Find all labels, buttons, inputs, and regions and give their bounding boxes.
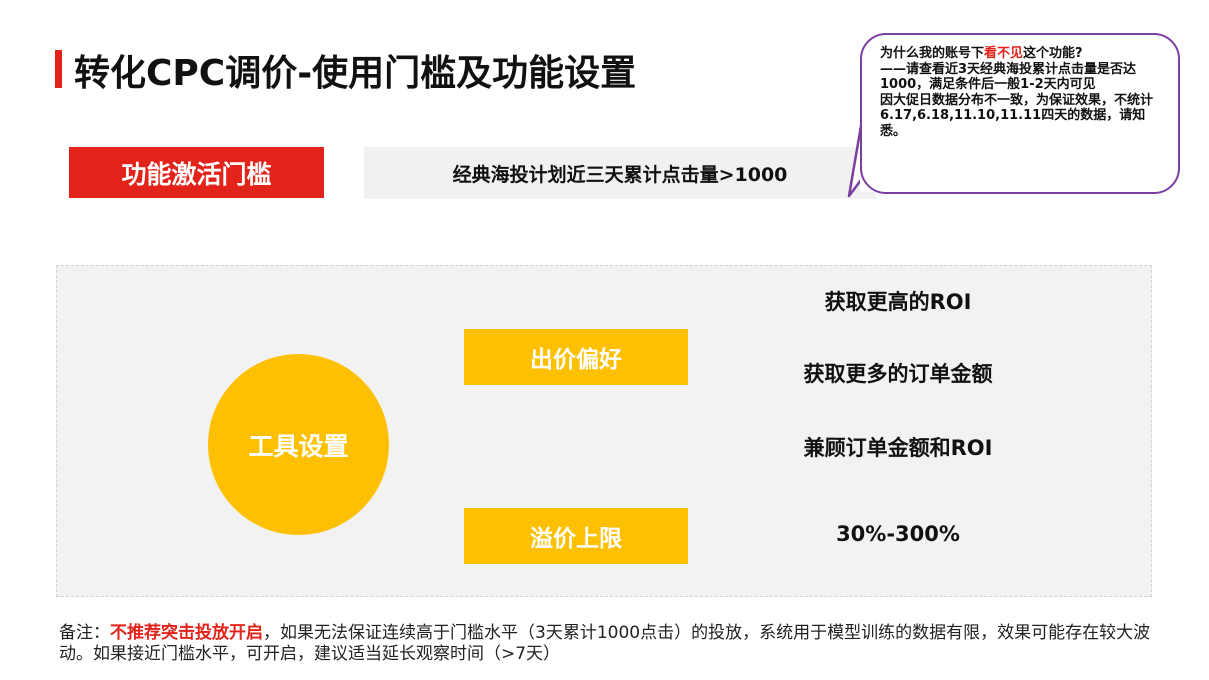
activation-threshold-value: 经典海投计划近三天累计点击量>1000 <box>364 147 876 199</box>
callout-question-highlight: 看不见 <box>984 46 1024 61</box>
bid-option-balance: 兼顾订单金额和ROI <box>803 436 993 460</box>
callout-question: 为什么我的账号下看不见这个功能? <box>880 46 1083 61</box>
footnote: 备注：不推荐突击投放开启，如果无法保证连续高于门槛水平（3天累计1000点击）的… <box>59 623 1151 664</box>
bid-option-higher-roi: 获取更高的ROI <box>824 290 972 314</box>
callout-notice: 因大促日数据分布不一致，为保证效果，不统计6.17,6.18,11.10,11.… <box>880 92 1154 139</box>
callout-answer: ——请查看近3天经典海投累计点击量是否达1000，满足条件后一般1-2天内可见 <box>880 61 1137 93</box>
premium-cap-value: 30%-300% <box>836 522 960 546</box>
premium-cap-label: 溢价上限 <box>464 508 688 564</box>
bid-option-more-order-amount: 获取更多的订单金额 <box>803 362 993 386</box>
footnote-highlight: 不推荐突击投放开启 <box>110 623 263 643</box>
activation-threshold-label: 功能激活门槛 <box>69 147 324 198</box>
faq-callout: 为什么我的账号下看不见这个功能? ——请查看近3天经典海投累计点击量是否达100… <box>860 33 1180 194</box>
page-title: 转化CPC调价-使用门槛及功能设置 <box>74 53 637 94</box>
title-accent-bar <box>55 50 62 88</box>
bid-preference-label: 出价偏好 <box>464 329 688 385</box>
tool-settings-circle: 工具设置 <box>208 354 389 535</box>
